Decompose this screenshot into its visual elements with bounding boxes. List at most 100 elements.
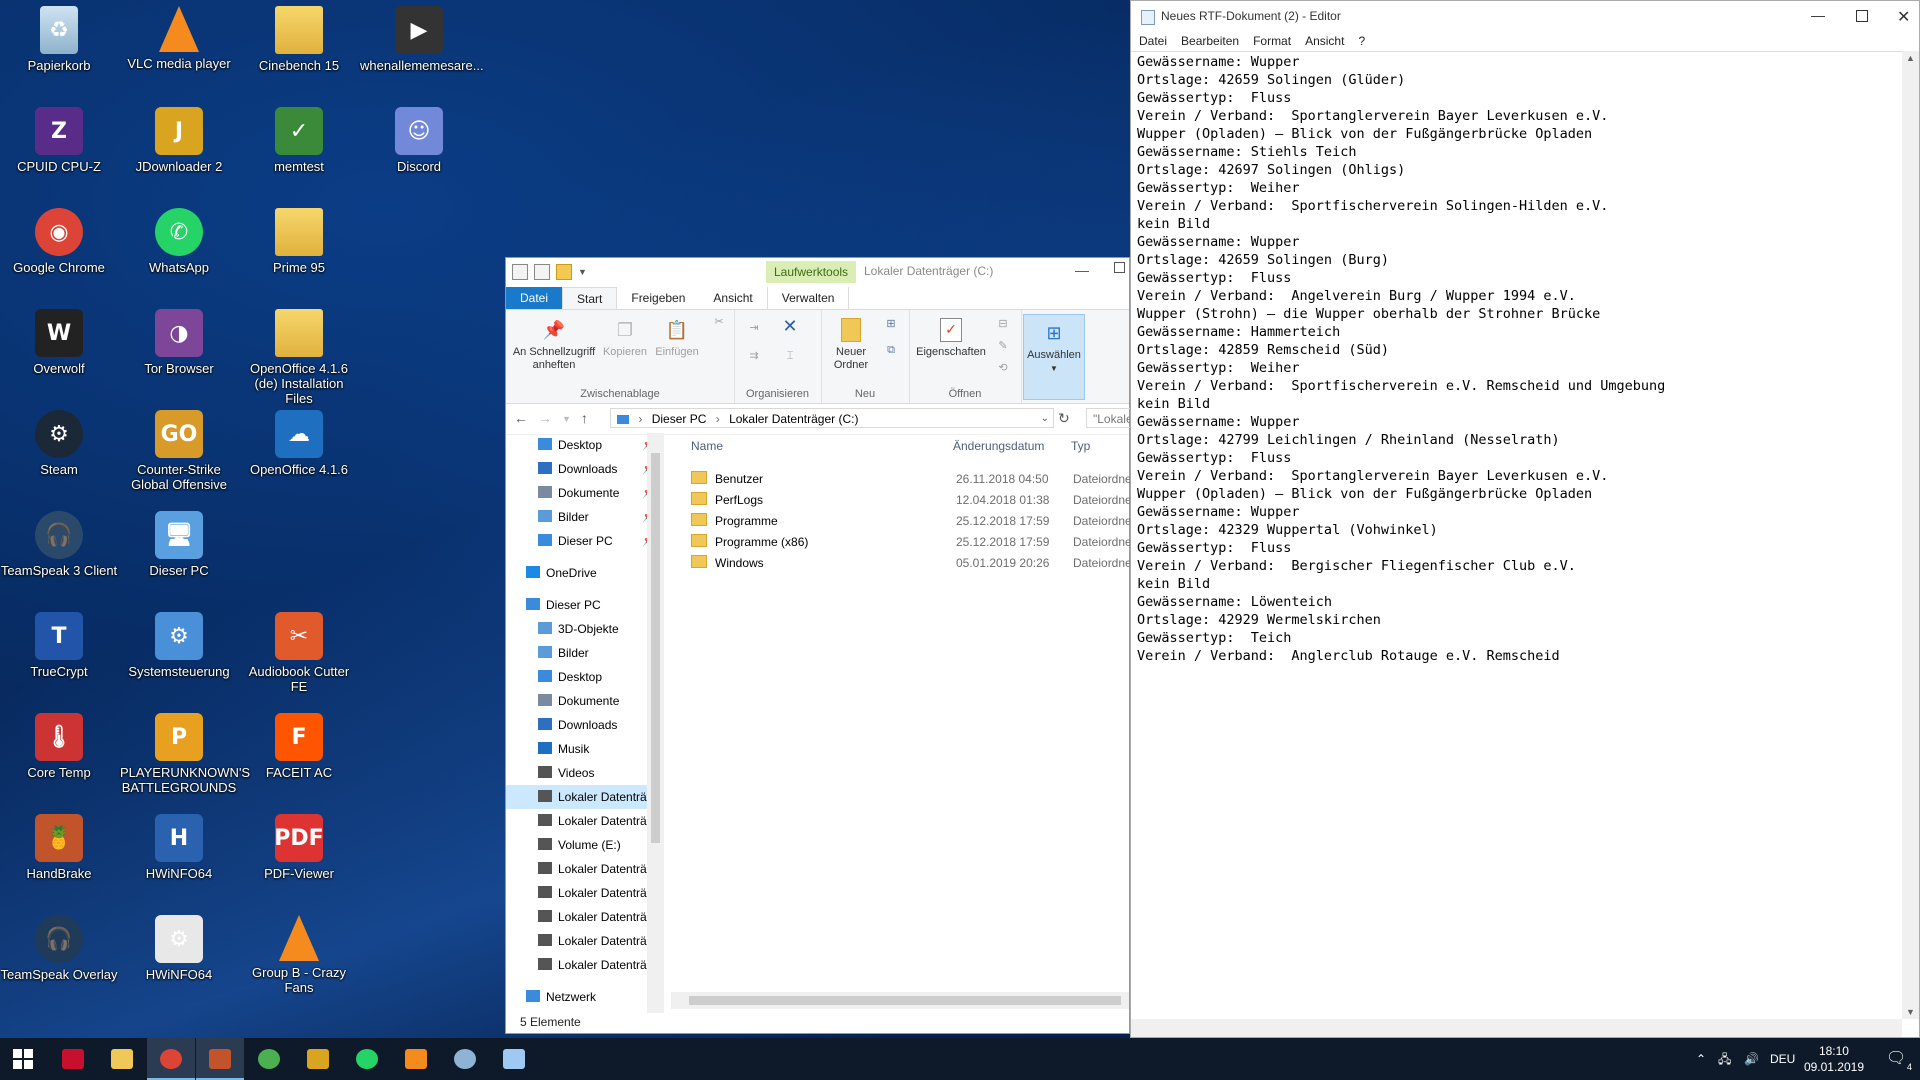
- column-date[interactable]: Änderungsdatum: [953, 433, 1044, 459]
- taskbar-button[interactable]: [147, 1038, 195, 1080]
- close-icon[interactable]: ✕: [1897, 7, 1910, 27]
- file-list-hscrollbar[interactable]: [671, 992, 1129, 1009]
- tab-datei[interactable]: Datei: [506, 287, 563, 309]
- desktop-shortcut[interactable]: ✓ memtest: [240, 107, 358, 174]
- desktop-shortcut[interactable]: Cinebench 15: [240, 6, 358, 73]
- cut-icon[interactable]: ✂: [710, 316, 728, 329]
- table-row[interactable]: PerfLogs 12.04.2018 01:38 Dateiordner: [671, 490, 1136, 511]
- menu-item[interactable]: Bearbeiten: [1181, 31, 1239, 51]
- nav-item[interactable]: Bilder📌: [506, 505, 664, 529]
- nav-item[interactable]: Netzwerk: [506, 985, 664, 1009]
- table-row[interactable]: Windows 05.01.2019 20:26 Dateiordner: [671, 553, 1136, 574]
- taskbar-button[interactable]: [0, 1038, 48, 1080]
- nav-item[interactable]: Lokaler Datenträg: [506, 857, 664, 881]
- back-arrow-icon[interactable]: ←: [514, 410, 528, 428]
- open-icon[interactable]: ⊟: [993, 318, 1013, 331]
- desktop-shortcut[interactable]: ▶ whenallememesare...: [360, 6, 484, 73]
- maximize-icon[interactable]: [1114, 262, 1125, 273]
- desktop-shortcut[interactable]: ☁ OpenOffice 4.1.6: [240, 410, 358, 477]
- paste-button[interactable]: 📋 Einfügen: [650, 312, 704, 359]
- properties-button[interactable]: ✓ Eigenschaften: [911, 312, 991, 359]
- table-row[interactable]: Programme (x86) 25.12.2018 17:59 Dateiordn…: [671, 532, 1136, 553]
- desktop-shortcut[interactable]: H HWiNFO64: [120, 814, 238, 881]
- tab-verwalten[interactable]: Verwalten: [766, 287, 850, 309]
- desktop-shortcut[interactable]: T TrueCrypt: [0, 612, 118, 679]
- qat-dropdown-icon[interactable]: ▼: [578, 267, 587, 277]
- desktop-shortcut[interactable]: ♻ Papierkorb: [0, 6, 118, 73]
- nav-item[interactable]: Volume (E:): [506, 833, 664, 857]
- taskbar-button[interactable]: [490, 1038, 538, 1080]
- desktop-shortcut[interactable]: Prime 95: [240, 208, 358, 275]
- refresh-icon[interactable]: ↻: [1058, 410, 1070, 427]
- file-explorer-window[interactable]: ▼ Laufwerktools Lokaler Datenträger (C:)…: [505, 257, 1136, 1034]
- nav-item[interactable]: Videos: [506, 761, 664, 785]
- select-button[interactable]: ⊞ Auswählen ▼: [1023, 314, 1085, 400]
- desktop-shortcut[interactable]: Group B - Crazy Fans: [240, 915, 358, 995]
- minimize-icon[interactable]: —: [1075, 262, 1089, 278]
- address-bar[interactable]: › Dieser PC › Lokaler Datenträger (C:) ⌄: [610, 408, 1054, 428]
- nav-item[interactable]: Dokumente📌: [506, 481, 664, 505]
- taskbar-button[interactable]: [49, 1038, 97, 1080]
- context-tab-drive-tools[interactable]: Laufwerktools: [766, 261, 857, 283]
- menu-item[interactable]: ?: [1358, 31, 1365, 51]
- desktop-shortcut[interactable]: ⚙ Systemsteuerung: [120, 612, 238, 679]
- nav-item[interactable]: Lokaler Datenträg: [506, 881, 664, 905]
- breadcrumb-dieser-pc[interactable]: Dieser PC: [652, 412, 707, 426]
- up-arrow-icon[interactable]: ↑: [581, 410, 588, 428]
- nav-item[interactable]: Musik: [506, 737, 664, 761]
- notepad-vscrollbar[interactable]: ▲ ▼: [1902, 51, 1919, 1019]
- show-hidden-icons-icon[interactable]: ⌃: [1696, 1038, 1706, 1080]
- action-center-icon[interactable]: 🗨 4: [1886, 1048, 1912, 1072]
- desktop-shortcut[interactable]: ⚙ HWiNFO64: [120, 915, 238, 982]
- desktop-shortcut[interactable]: ✆ WhatsApp: [120, 208, 238, 275]
- move-to-icon[interactable]: ⇥: [742, 322, 766, 335]
- column-name[interactable]: Name: [691, 433, 723, 459]
- tab-start[interactable]: Start: [562, 287, 618, 309]
- pin-quick-access-button[interactable]: 📌 An Schnellzugriff anheften: [510, 312, 598, 372]
- volume-icon[interactable]: 🔊: [1744, 1038, 1759, 1080]
- nav-scrollbar[interactable]: [647, 433, 664, 1013]
- network-icon[interactable]: 🖧: [1718, 1038, 1731, 1080]
- language-indicator[interactable]: DEU: [1770, 1038, 1795, 1080]
- recent-dropdown-icon[interactable]: ▼: [562, 410, 571, 428]
- desktop-shortcut[interactable]: 🍍 HandBrake: [0, 814, 118, 881]
- notepad-window[interactable]: Neues RTF-Dokument (2) - Editor — ✕ Date…: [1130, 0, 1920, 1038]
- explorer-titlebar[interactable]: ▼ Laufwerktools Lokaler Datenträger (C:)…: [506, 258, 1129, 287]
- nav-item[interactable]: 3D-Objekte: [506, 617, 664, 641]
- edit-icon[interactable]: ✎: [993, 340, 1013, 353]
- nav-item[interactable]: Dieser PC: [506, 593, 664, 617]
- rename-icon[interactable]: ⌶: [778, 350, 802, 363]
- nav-item[interactable]: OneDrive: [506, 561, 664, 585]
- desktop-shortcut[interactable]: 🎧 TeamSpeak Overlay: [0, 915, 118, 982]
- tab-ansicht[interactable]: Ansicht: [699, 287, 766, 309]
- desktop-shortcut[interactable]: GO Counter-Strike Global Offensive: [120, 410, 238, 492]
- notepad-text-area[interactable]: Gewässername: Wupper Ortslage: 42659 Soli…: [1131, 51, 1902, 1019]
- minimize-icon[interactable]: —: [1811, 7, 1825, 23]
- desktop-shortcut[interactable]: W Overwolf: [0, 309, 118, 376]
- nav-item[interactable]: Desktop: [506, 665, 664, 689]
- nav-item[interactable]: Lokaler Datenträg: [506, 953, 664, 977]
- table-row[interactable]: Programme 25.12.2018 17:59 Dateiordner: [671, 511, 1136, 532]
- desktop-shortcut[interactable]: ☺ Discord: [360, 107, 478, 174]
- nav-item[interactable]: Lokaler Datenträg: [506, 929, 664, 953]
- nav-item[interactable]: Lokaler Datenträg: [506, 809, 664, 833]
- desktop-shortcut[interactable]: P PLAYERUNKNOWN'S BATTLEGROUNDS: [120, 713, 250, 795]
- nav-item[interactable]: Bilder: [506, 641, 664, 665]
- desktop-shortcut[interactable]: VLC media player: [120, 6, 238, 71]
- nav-item[interactable]: Downloads: [506, 713, 664, 737]
- new-folder-qat-icon[interactable]: [556, 264, 572, 280]
- notepad-titlebar[interactable]: Neues RTF-Dokument (2) - Editor — ✕: [1131, 1, 1919, 31]
- copy-button[interactable]: ❐ Kopieren: [600, 312, 650, 359]
- desktop-shortcut[interactable]: ◑ Tor Browser: [120, 309, 238, 376]
- maximize-icon[interactable]: [1856, 10, 1868, 22]
- nav-item[interactable]: Desktop📌: [506, 433, 664, 457]
- tab-freigeben[interactable]: Freigeben: [617, 287, 699, 309]
- column-type[interactable]: Typ: [1071, 433, 1090, 459]
- scroll-down-icon[interactable]: ▼: [1902, 1007, 1919, 1017]
- nav-item[interactable]: Downloads📌: [506, 457, 664, 481]
- taskbar-button[interactable]: [392, 1038, 440, 1080]
- menu-item[interactable]: Format: [1253, 31, 1291, 51]
- easy-access-icon[interactable]: ⧉: [879, 344, 903, 357]
- hscrollbar-thumb[interactable]: [689, 996, 1121, 1005]
- new-folder-button[interactable]: Neuer Ordner: [827, 312, 875, 372]
